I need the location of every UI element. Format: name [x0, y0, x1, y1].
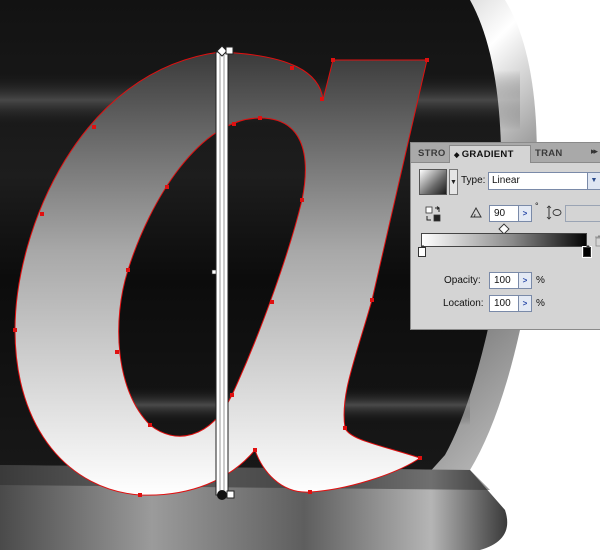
- annotator-start-point[interactable]: [217, 490, 227, 500]
- angle-icon: [470, 206, 482, 218]
- panel-tab-bar: STRO ◆ GRADIENT TRAN ▸▸: [411, 143, 600, 163]
- opacity-stepper[interactable]: >: [519, 272, 532, 289]
- location-input[interactable]: 100: [489, 295, 519, 312]
- location-stepper[interactable]: >: [519, 295, 532, 312]
- angle-stepper[interactable]: >: [519, 205, 532, 222]
- degree-symbol: °: [535, 201, 539, 211]
- angle-input[interactable]: 90: [489, 205, 519, 222]
- panel-menu-icon[interactable]: ▸▸: [591, 146, 598, 157]
- type-select[interactable]: Linear ▼: [488, 172, 600, 190]
- type-select-value: Linear: [492, 175, 520, 186]
- gradient-stop-black[interactable]: [582, 245, 592, 258]
- tab-transparency[interactable]: TRAN: [531, 145, 563, 163]
- base-plate: [0, 465, 508, 550]
- aspect-ratio-input[interactable]: [565, 205, 600, 222]
- annotator-end-handle[interactable]: [225, 46, 234, 55]
- swatch-dropdown-icon[interactable]: ▼: [449, 169, 458, 195]
- delete-stop-icon[interactable]: [594, 235, 600, 247]
- location-unit: %: [536, 298, 545, 309]
- gradient-ramp-slider[interactable]: [421, 233, 587, 247]
- updown-icon: ◆: [454, 152, 460, 159]
- tab-stroke[interactable]: STRO: [414, 145, 449, 163]
- opacity-label: Opacity:: [444, 275, 481, 286]
- opacity-input[interactable]: 100: [489, 272, 519, 289]
- gradient-swatch[interactable]: [419, 169, 447, 195]
- aspect-ratio-icon: [546, 205, 562, 220]
- annotator-start-handle[interactable]: [226, 490, 235, 499]
- reverse-gradient-icon[interactable]: [425, 206, 441, 222]
- gradient-stop-white[interactable]: [418, 245, 426, 257]
- gradient-panel: STRO ◆ GRADIENT TRAN ▸▸ ▼ Type: Linear ▼ …: [410, 142, 600, 330]
- location-label: Location:: [443, 298, 484, 309]
- type-label: Type:: [461, 175, 486, 186]
- chevron-down-icon[interactable]: ▼: [587, 173, 600, 189]
- opacity-unit: %: [536, 275, 545, 286]
- tab-gradient[interactable]: ◆ GRADIENT: [449, 145, 531, 163]
